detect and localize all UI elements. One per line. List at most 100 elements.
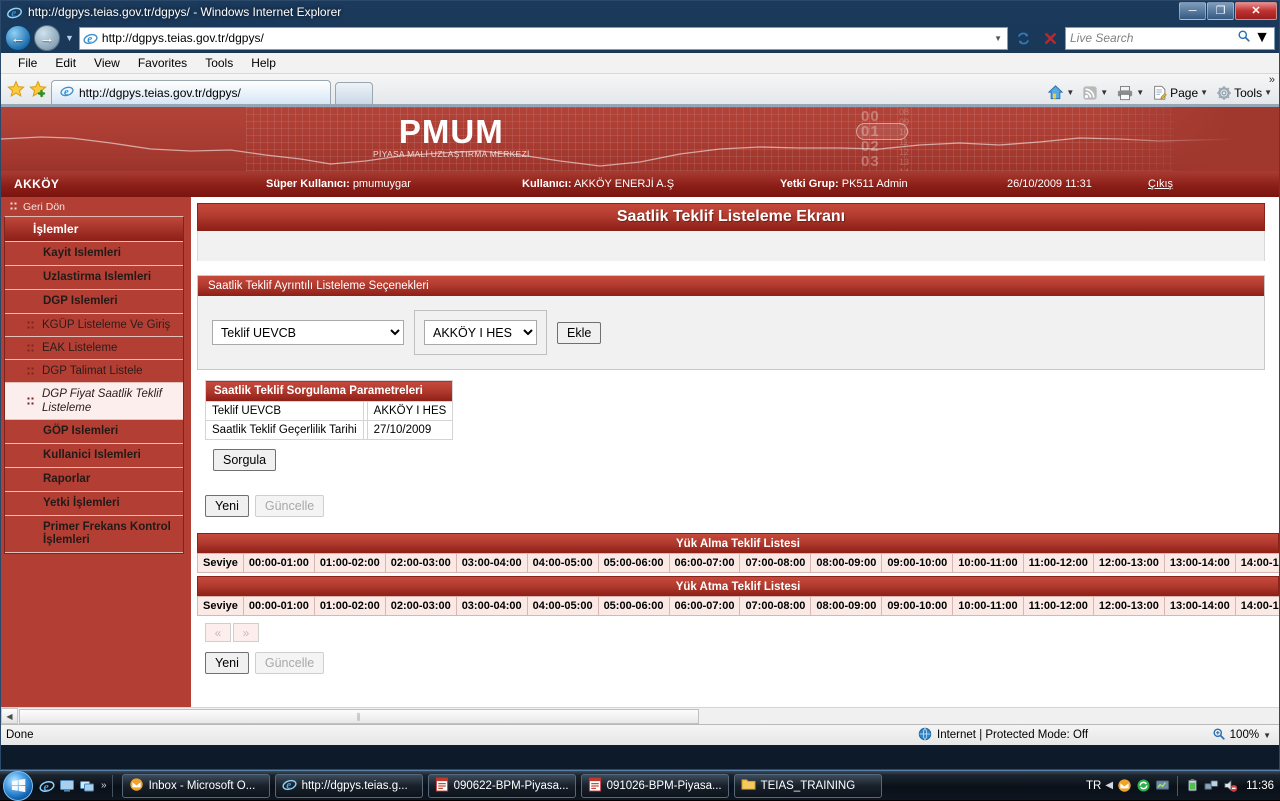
tray-expand-icon[interactable]: ◀ <box>1105 780 1113 791</box>
page-menu-button[interactable]: Page ▼ <box>1149 85 1211 101</box>
quick-launch-overflow-icon[interactable]: » <box>101 780 107 791</box>
new-tab-button[interactable] <box>335 82 373 104</box>
update-button-bottom: Güncelle <box>255 652 324 674</box>
scroll-left-arrow-icon[interactable]: ◀ <box>1 708 18 724</box>
browser-tab[interactable]: e http://dgpys.teias.gov.tr/dgpys/ <box>51 80 331 104</box>
search-input[interactable]: Live Search ▼ <box>1065 27 1275 50</box>
print-chevron-down-icon[interactable]: ▼ <box>1136 88 1144 97</box>
taskbar-item-document-090622[interactable]: 090622-BPM-Piyasa... <box>428 774 576 798</box>
menu-item-favorites[interactable]: Favorites <box>129 53 196 74</box>
uevcb-select[interactable]: AKKÖY I HES <box>424 320 537 345</box>
new-button-top[interactable]: Yeni <box>205 495 249 517</box>
query-button[interactable]: Sorgula <box>213 449 276 471</box>
menu-item-view[interactable]: View <box>85 53 129 74</box>
teklif-type-select[interactable]: Teklif UEVCB <box>212 320 404 345</box>
clock[interactable]: 11:36 <box>1246 780 1274 792</box>
quick-launch-switch-windows-icon[interactable] <box>79 778 95 794</box>
add-button[interactable]: Ekle <box>557 322 601 344</box>
sidebar-item-label: DGP Fiyat Saatlik Teklif Listeleme <box>42 387 179 415</box>
menu-item-tools[interactable]: Tools <box>196 53 242 74</box>
back-button[interactable]: ← <box>5 25 31 51</box>
sidebar-menu-header: İşlemler <box>5 217 183 242</box>
column-header-hour: 09:00-10:00 <box>882 597 953 616</box>
security-zone[interactable]: Internet | Protected Mode: Off <box>918 727 1088 744</box>
logout-link[interactable]: Çıkış <box>1148 178 1173 190</box>
language-indicator[interactable]: TR <box>1086 780 1101 792</box>
sidebar-item-dgp-talimat-listele[interactable]: DGP Talimat Listele <box>5 360 183 383</box>
menu-item-file[interactable]: File <box>9 53 46 74</box>
sidebar-item-kullanici-islemleri[interactable]: Kullanici Islemleri <box>5 444 183 468</box>
tray-sync-icon[interactable] <box>1136 778 1151 793</box>
search-chevron-down-icon[interactable]: ▼ <box>1254 29 1270 47</box>
bullet-dots-icon <box>27 321 34 330</box>
horizontal-scrollbar[interactable]: ◀ ∥ <box>1 707 1279 724</box>
tray-battery-icon[interactable] <box>1185 778 1200 793</box>
forward-button[interactable]: → <box>34 25 60 51</box>
feeds-button[interactable]: ▼ <box>1079 85 1111 101</box>
yuk-alma-table-title: Yük Alma Teklif Listesi <box>197 533 1279 553</box>
zoom-chevron-down-icon[interactable]: ▼ <box>1263 731 1271 740</box>
status-bar: Done Internet | Protected Mode: Off 100%… <box>1 724 1279 745</box>
menu-item-help[interactable]: Help <box>242 53 285 74</box>
minimize-button[interactable]: ─ <box>1179 2 1206 20</box>
new-button-bottom[interactable]: Yeni <box>205 652 249 674</box>
sidebar-item-raporlar[interactable]: Raporlar <box>5 468 183 492</box>
sidebar-item-dgp-fiyat-saatlik-teklif-listeleme[interactable]: DGP Fiyat Saatlik Teklif Listeleme <box>5 383 183 420</box>
tools-chevron-down-icon[interactable]: ▼ <box>1264 88 1272 97</box>
pager-prev-button[interactable]: « <box>205 623 231 642</box>
sidebar-item-yetki-islemleri[interactable]: Yetki İşlemleri <box>5 492 183 516</box>
toolbar-overflow-icon[interactable]: » <box>1269 74 1275 86</box>
home-chevron-down-icon[interactable]: ▼ <box>1066 88 1074 97</box>
table-header-row: Seviye 00:00-01:00 01:00-02:00 02:00-03:… <box>198 597 1280 616</box>
favorites-center-icon[interactable] <box>7 80 25 98</box>
url-chevron-down-icon[interactable]: ▼ <box>994 34 1004 43</box>
tray-outlook-icon[interactable] <box>1117 778 1132 793</box>
command-bar: ▼ ▼ ▼ <box>1044 84 1275 101</box>
taskbar-item-internet-explorer[interactable]: e http://dgpys.teias.g... <box>275 774 423 798</box>
refresh-button[interactable] <box>1011 27 1035 50</box>
maximize-button[interactable]: ❐ <box>1207 2 1234 20</box>
add-to-favorites-icon[interactable] <box>29 80 47 98</box>
scrollbar-track[interactable] <box>699 708 1279 725</box>
home-button[interactable]: ▼ <box>1044 84 1077 101</box>
sidebar-item-eak-listeleme[interactable]: EAK Listeleme <box>5 337 183 360</box>
sidebar-back-link[interactable]: Geri Dön <box>1 200 187 213</box>
sidebar-item-dgp-islemleri[interactable]: DGP Islemleri <box>5 290 183 314</box>
tray-volume-muted-icon[interactable] <box>1223 778 1238 793</box>
role-group: Yetki Grup: PK511 Admin <box>780 178 908 190</box>
scrollbar-thumb[interactable]: ∥ <box>19 709 699 724</box>
start-button[interactable] <box>3 771 33 801</box>
print-button[interactable]: ▼ <box>1113 85 1147 101</box>
sidebar-item-gop-islemleri[interactable]: GÖP Islemleri <box>5 420 183 444</box>
pager-next-button[interactable]: » <box>233 623 259 642</box>
sidebar-item-kayit-islemleri[interactable]: Kayit Islemleri <box>5 242 183 266</box>
status-text: Done <box>1 729 34 741</box>
sidebar-item-primer-frekans-kontrol-islemleri[interactable]: Primer Frekans Kontrol İşlemleri <box>5 516 183 553</box>
close-button[interactable]: ✕ <box>1235 2 1277 20</box>
column-header-hour: 01:00-02:00 <box>314 597 385 616</box>
menu-item-edit[interactable]: Edit <box>46 53 85 74</box>
internet-zone-icon <box>918 727 932 744</box>
quick-launch-show-desktop-icon[interactable] <box>59 778 75 794</box>
stop-button[interactable] <box>1038 27 1062 50</box>
feeds-chevron-down-icon[interactable]: ▼ <box>1100 88 1108 97</box>
page-favicon-icon: e <box>83 31 98 46</box>
taskbar-item-teias-training-folder[interactable]: TEIAS_TRAINING <box>734 774 882 798</box>
zoom-control[interactable]: 100% ▼ <box>1212 727 1271 744</box>
tray-network-monitor-icon[interactable] <box>1155 778 1170 793</box>
taskbar-item-outlook[interactable]: Inbox - Microsoft O... <box>122 774 270 798</box>
search-icon[interactable] <box>1237 29 1251 48</box>
tools-menu-button[interactable]: Tools ▼ <box>1213 85 1275 101</box>
url-bar[interactable]: e http://dgpys.teias.gov.tr/dgpys/ ▼ <box>79 27 1008 50</box>
super-user-value: pmumuygar <box>353 178 411 190</box>
quick-launch-ie-icon[interactable]: e <box>39 778 55 794</box>
site-name: AKKÖY <box>14 177 59 191</box>
tray-network-icon[interactable] <box>1204 778 1219 793</box>
taskbar-tasks: Inbox - Microsoft O... e http://dgpys.te… <box>122 774 882 798</box>
page-chevron-down-icon[interactable]: ▼ <box>1200 88 1208 97</box>
sidebar-item-kgup-listeleme-ve-giris[interactable]: KGÜP Listeleme Ve Giriş <box>5 314 183 337</box>
column-header-hour: 00:00-01:00 <box>243 554 314 573</box>
sidebar-item-uzlastirma-islemleri[interactable]: Uzlastirma Islemleri <box>5 266 183 290</box>
taskbar-item-document-091026[interactable]: 091026-BPM-Piyasa... <box>581 774 729 798</box>
recent-pages-chevron-down-icon[interactable]: ▼ <box>63 33 76 43</box>
